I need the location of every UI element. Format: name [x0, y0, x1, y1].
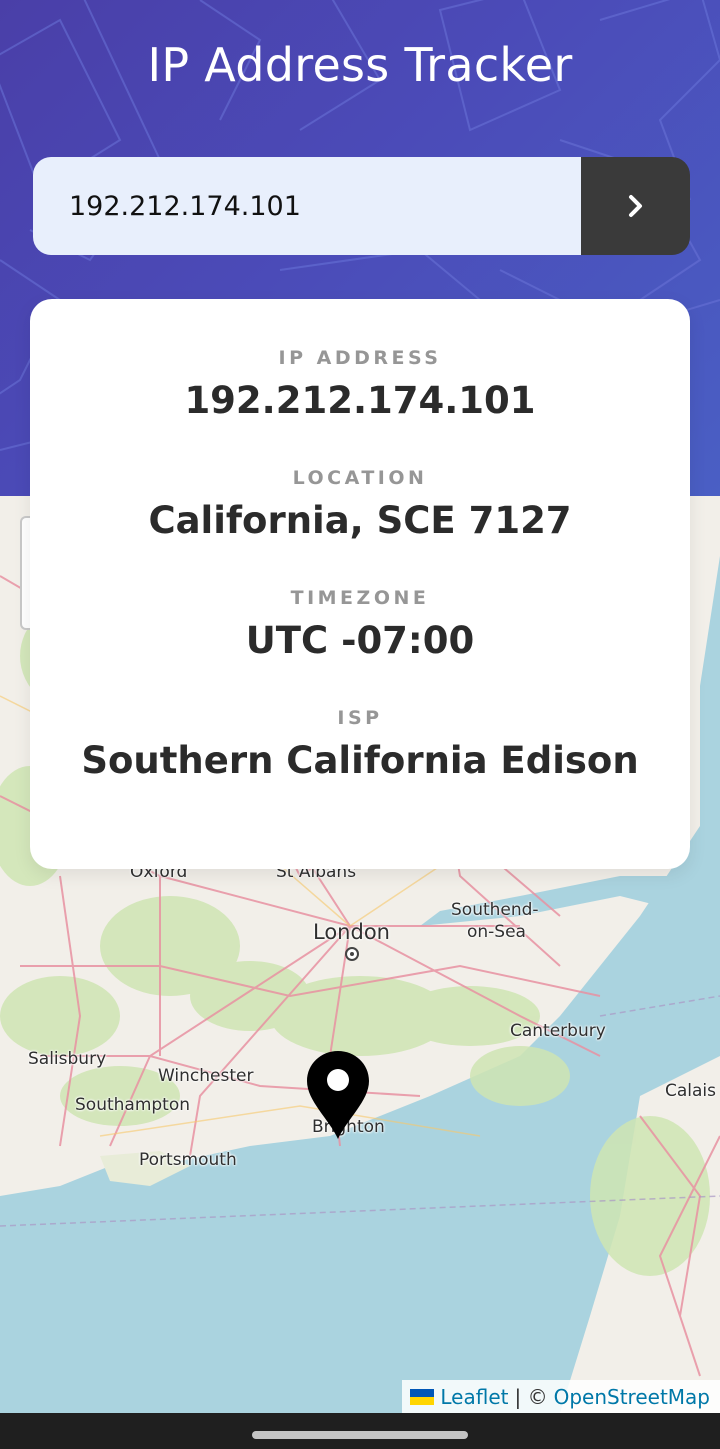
ip-search-input[interactable]	[33, 157, 581, 255]
isp-label: ISP	[337, 707, 383, 729]
home-gesture-handle[interactable]	[252, 1431, 468, 1439]
map-label-southend: Southend-	[451, 900, 539, 920]
map-attribution: Leaflet | © OpenStreetMap	[402, 1380, 720, 1413]
ip-search-bar	[33, 157, 690, 255]
leaflet-link[interactable]: Leaflet	[440, 1385, 508, 1409]
timezone-value: UTC -07:00	[245, 619, 475, 662]
ip-address-label: IP ADDRESS	[278, 347, 442, 369]
ip-address-value: 192.212.174.101	[184, 379, 536, 422]
map-label-salisbury: Salisbury	[28, 1049, 107, 1069]
location-value: California, SCE 7127	[148, 499, 572, 542]
openstreetmap-link[interactable]: OpenStreetMap	[554, 1385, 710, 1409]
map-label-winchester: Winchester	[158, 1066, 254, 1086]
info-isp: ISP Southern California Edison	[30, 707, 690, 782]
map-label-london: London	[313, 920, 390, 944]
ukraine-flag-icon	[410, 1388, 435, 1405]
location-pin-icon[interactable]	[305, 1049, 371, 1141]
map-label-southampton: Southampton	[75, 1095, 191, 1115]
ip-info-card: IP ADDRESS 192.212.174.101 LOCATION Cali…	[30, 299, 690, 869]
timezone-label: TIMEZONE	[290, 587, 430, 609]
map-label-canterbury: Canterbury	[510, 1021, 606, 1041]
map-label-portsmouth: Portsmouth	[139, 1150, 237, 1170]
info-timezone: TIMEZONE UTC -07:00	[30, 587, 690, 662]
map-label-on-sea: on-Sea	[467, 922, 526, 942]
search-submit-button[interactable]	[581, 157, 690, 255]
page-title: IP Address Tracker	[147, 38, 573, 92]
info-location: LOCATION California, SCE 7127	[30, 467, 690, 542]
location-label: LOCATION	[292, 467, 428, 489]
isp-value: Southern California Edison	[81, 739, 639, 782]
system-navigation-bar	[0, 1413, 720, 1449]
map-label-calais: Calais	[665, 1081, 717, 1101]
attribution-separator: | ©	[514, 1384, 548, 1409]
info-ip: IP ADDRESS 192.212.174.101	[30, 347, 690, 422]
chevron-right-icon	[628, 195, 642, 217]
